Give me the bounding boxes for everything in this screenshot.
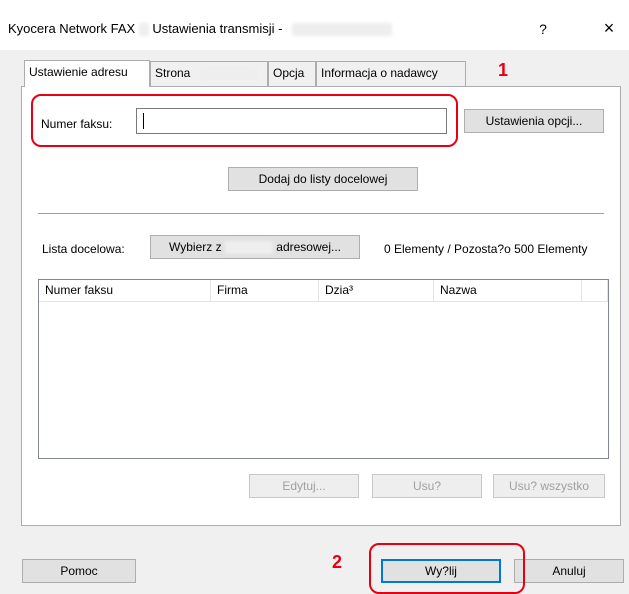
button-label-start: Wybierz z	[169, 240, 222, 254]
column-filler	[582, 280, 608, 302]
redacted-text	[199, 67, 258, 81]
select-from-address-book-button[interactable]: Wybierz z adresowej...	[150, 235, 360, 259]
tab-label: Opcja	[273, 66, 305, 80]
destination-list[interactable]: Numer faksu Firma Dzia³ Nazwa	[38, 279, 609, 459]
title-settings: Ustawienia transmisji -	[152, 21, 283, 36]
annotation-marker-1: 1	[498, 60, 509, 80]
title-app: Kyocera Network FAX	[8, 21, 136, 36]
tab-address-settings[interactable]: Ustawienie adresu	[24, 60, 150, 87]
highlight-fax-number	[31, 94, 458, 147]
column-fax-number[interactable]: Numer faksu	[39, 280, 211, 302]
separator	[38, 213, 604, 215]
element-count: 0 Elementy / Pozosta?o 500 Elementy	[384, 242, 588, 256]
help-button[interactable]: ?	[528, 21, 558, 37]
delete-all-button[interactable]: Usu? wszystko	[493, 474, 605, 498]
tab-page[interactable]: Strona	[150, 61, 268, 86]
edit-button[interactable]: Edytuj...	[249, 474, 359, 498]
redacted-text	[292, 23, 393, 37]
redacted-text	[224, 241, 273, 255]
window-title: Kyocera Network FAX Ustawienia transmisj…	[8, 21, 393, 37]
close-button[interactable]: ×	[594, 19, 624, 37]
column-company[interactable]: Firma	[211, 280, 319, 302]
column-department[interactable]: Dzia³	[319, 280, 434, 302]
column-name[interactable]: Nazwa	[434, 280, 582, 302]
button-label-end: adresowej...	[276, 240, 341, 254]
destination-list-label: Lista docelowa:	[42, 242, 125, 256]
tab-label: Strona	[155, 66, 191, 80]
add-to-destination-list-button[interactable]: Dodaj do listy docelowej	[228, 167, 418, 191]
tab-label: Informacja o nadawcy	[321, 66, 438, 80]
tab-label: Ustawienie adresu	[29, 65, 128, 79]
option-settings-button[interactable]: Ustawienia opcji...	[464, 109, 604, 133]
cancel-button[interactable]: Anuluj	[514, 559, 624, 583]
tab-option[interactable]: Opcja	[268, 61, 316, 86]
redacted-text	[138, 23, 149, 37]
tab-sender-info[interactable]: Informacja o nadawcy	[316, 61, 466, 86]
delete-button[interactable]: Usu?	[372, 474, 482, 498]
help-footer-button[interactable]: Pomoc	[22, 559, 136, 583]
annotation-marker-2: 2	[332, 552, 343, 572]
highlight-send-button	[369, 543, 525, 594]
